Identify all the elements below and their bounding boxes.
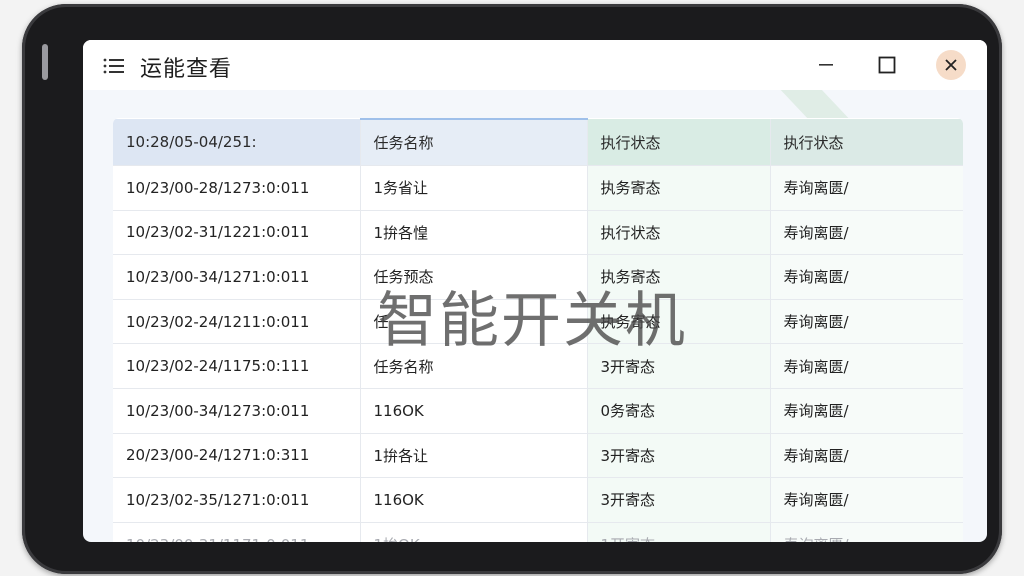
side-button — [42, 44, 48, 80]
cell-status: 执务寄态 — [587, 165, 771, 211]
cell-status: 执务寄态 — [587, 299, 771, 345]
table-row[interactable]: 10/23/00-34/1273:0:011 116OK 0务寄态 寿询离匮/ — [113, 388, 963, 434]
cell-task-name: 116OK — [360, 477, 588, 523]
cell-time: 10/23/02-24/1211:0:011 — [113, 299, 361, 345]
cell-status-2: 寿询离匮/ — [770, 388, 963, 434]
cell-status-2: 寿询离匮/ — [770, 522, 963, 542]
cell-task-name: 任务预态 — [360, 254, 588, 300]
cell-status-2: 寿询离匮/ — [770, 165, 963, 211]
cell-status: 1开寄态 — [587, 522, 771, 542]
maximize-button[interactable] — [872, 50, 902, 80]
column-header-task-name[interactable]: 任务名称 — [360, 118, 588, 166]
cell-status-2: 寿询离匮/ — [770, 299, 963, 345]
cell-status: 执行状态 — [587, 210, 771, 256]
cell-task-name: 任务名称 — [360, 343, 588, 389]
app-title: 运能查看 — [140, 57, 233, 82]
cell-time: 10/23/00-31/1171:0:011 — [113, 522, 361, 542]
cell-task-name: 1拚各让 — [360, 433, 588, 479]
cell-time: 20/23/00-24/1271:0:311 — [113, 433, 361, 479]
app-window: 运能查看 10:28/05-04/251: 任务名称 执行状态 执行状态 10/… — [83, 40, 987, 542]
cell-status-2: 寿询离匮/ — [770, 477, 963, 523]
close-icon — [945, 59, 957, 71]
table-row[interactable]: 10/23/00-28/1273:0:011 1务省让 执务寄态 寿询离匮/ — [113, 165, 963, 211]
minimize-button[interactable] — [811, 50, 841, 80]
cell-status: 3开寄态 — [587, 343, 771, 389]
cell-status-2: 寿询离匮/ — [770, 433, 963, 479]
cell-status: 3开寄态 — [587, 433, 771, 479]
table-row[interactable]: 10/23/02-24/1211:0:011 任 执务寄态 寿询离匮/ — [113, 299, 963, 345]
cell-status: 3开寄态 — [587, 477, 771, 523]
cell-time: 10/23/02-31/1221:0:011 — [113, 210, 361, 256]
table-row[interactable]: 10/23/02-31/1221:0:011 1拚各惶 执行状态 寿询离匮/ — [113, 210, 963, 256]
cell-task-name: 1拚OK — [360, 522, 588, 542]
cell-task-name: 116OK — [360, 388, 588, 434]
cell-status-2: 寿询离匮/ — [770, 254, 963, 300]
data-table-container: 10:28/05-04/251: 任务名称 执行状态 执行状态 10/23/00… — [113, 118, 963, 542]
cell-task-name: 任 — [360, 299, 588, 345]
cell-time: 10/23/00-28/1273:0:011 — [113, 165, 361, 211]
cell-status-2: 寿询离匮/ — [770, 343, 963, 389]
maximize-icon — [878, 56, 896, 74]
cell-task-name: 1拚各惶 — [360, 210, 588, 256]
cell-time: 10/23/00-34/1273:0:011 — [113, 388, 361, 434]
data-table: 10:28/05-04/251: 任务名称 执行状态 执行状态 10/23/00… — [113, 118, 963, 542]
cell-time: 10/23/00-34/1271:0:011 — [113, 254, 361, 300]
cell-task-name: 1务省让 — [360, 165, 588, 211]
table-header-row: 10:28/05-04/251: 任务名称 执行状态 执行状态 — [113, 118, 963, 166]
table-row[interactable]: 10/23/02-35/1271:0:011 116OK 3开寄态 寿询离匮/ — [113, 477, 963, 523]
table-row[interactable]: 10/23/00-31/1171:0:011 1拚OK 1开寄态 寿询离匮/ — [113, 522, 963, 542]
menu-icon[interactable] — [103, 57, 125, 75]
minimize-icon — [819, 64, 833, 66]
tablet-frame: 运能查看 10:28/05-04/251: 任务名称 执行状态 执行状态 10/… — [22, 4, 1002, 574]
column-header-status[interactable]: 执行状态 — [587, 119, 771, 166]
cell-status: 0务寄态 — [587, 388, 771, 434]
column-header-status-2[interactable]: 执行状态 — [770, 119, 963, 166]
cell-status-2: 寿询离匮/ — [770, 210, 963, 256]
cell-time: 10/23/02-24/1175:0:111 — [113, 343, 361, 389]
table-row[interactable]: 20/23/00-24/1271:0:311 1拚各让 3开寄态 寿询离匮/ — [113, 433, 963, 479]
column-header-time[interactable]: 10:28/05-04/251: — [113, 119, 361, 166]
cell-time: 10/23/02-35/1271:0:011 — [113, 477, 361, 523]
title-bar: 运能查看 — [83, 40, 987, 90]
close-button[interactable] — [936, 50, 966, 80]
table-row[interactable]: 10/23/02-24/1175:0:111 任务名称 3开寄态 寿询离匮/ — [113, 343, 963, 389]
cell-status: 执务寄态 — [587, 254, 771, 300]
table-row[interactable]: 10/23/00-34/1271:0:011 任务预态 执务寄态 寿询离匮/ — [113, 254, 963, 300]
